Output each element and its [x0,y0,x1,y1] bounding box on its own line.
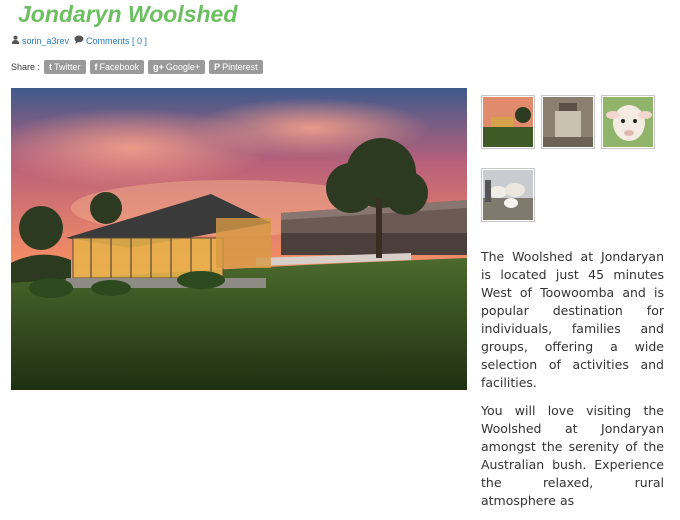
post-title[interactable]: Jondaryn Woolshed [18,1,237,28]
content-paragraph: You will love visiting the Woolshed at J… [481,403,664,508]
share-label: Share : [11,62,41,72]
image-gallery [481,95,671,225]
comment-icon [74,35,84,46]
thumbnail-wool-press[interactable] [541,95,595,149]
share-google-label: Google+ [165,62,201,72]
post-meta: sorin_a3rev Comments [ 0 ] [11,35,147,46]
thumbnail-sheep-flock[interactable] [481,168,535,222]
facebook-icon: f [94,62,98,72]
share-bar: Share : t Twitter f Facebook g+ Google+ … [11,60,267,74]
post-content: The Woolshed at Jondaryan is located jus… [481,248,664,520]
share-facebook-label: Facebook [99,62,140,72]
content-paragraph: The Woolshed at Jondaryan is located jus… [481,249,664,390]
share-google-button[interactable]: g+ Google+ [148,60,206,74]
share-facebook-button[interactable]: f Facebook [89,60,145,74]
thumbnail-woolshed-sunset[interactable] [481,95,535,149]
share-twitter-button[interactable]: t Twitter [44,60,86,74]
featured-image[interactable] [11,88,467,390]
google-plus-icon: g+ [153,62,164,72]
user-icon [11,35,20,46]
comments-link[interactable]: Comments [ 0 ] [86,36,147,46]
twitter-icon: t [49,62,53,72]
thumbnail-lamb[interactable] [601,95,655,149]
share-pinterest-button[interactable]: P Pinterest [209,60,263,74]
share-twitter-label: Twitter [54,62,81,72]
pinterest-icon: P [214,62,221,72]
author-link[interactable]: sorin_a3rev [22,36,69,46]
share-pinterest-label: Pinterest [222,62,258,72]
